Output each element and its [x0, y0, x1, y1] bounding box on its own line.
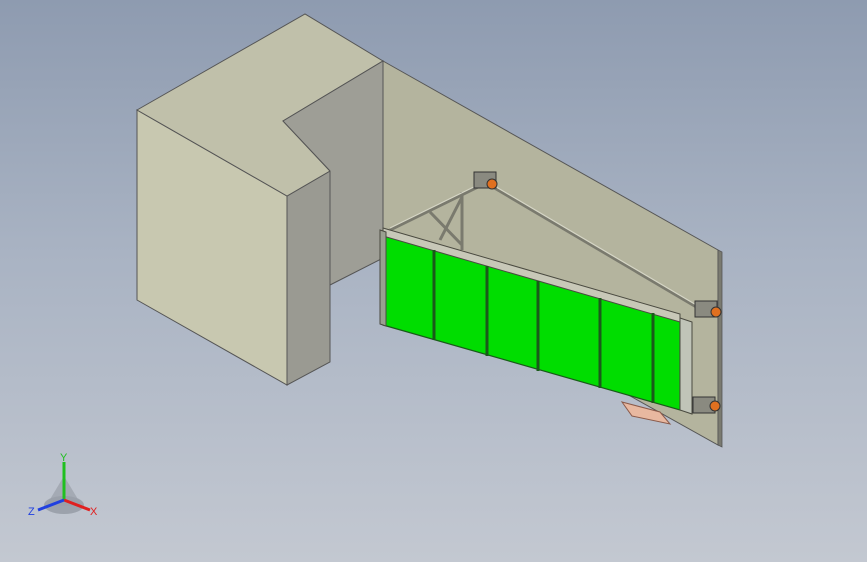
panel-left-cap: [379, 229, 387, 327]
mount-top[interactable]: [473, 171, 498, 190]
panel-end-roller: [679, 317, 693, 415]
wall-block[interactable]: [135, 13, 384, 386]
triad-y-label: Y: [60, 452, 68, 464]
triad-x-label: X: [90, 506, 98, 518]
triad-z-label: Z: [28, 506, 35, 518]
coordinate-triad[interactable]: Y X Z: [28, 452, 98, 518]
back-wall-edge: [717, 249, 723, 448]
wall-block-side-face: [286, 170, 331, 386]
cad-viewport[interactable]: Y X Z: [0, 0, 867, 562]
mount-right-upper[interactable]: [694, 300, 722, 318]
